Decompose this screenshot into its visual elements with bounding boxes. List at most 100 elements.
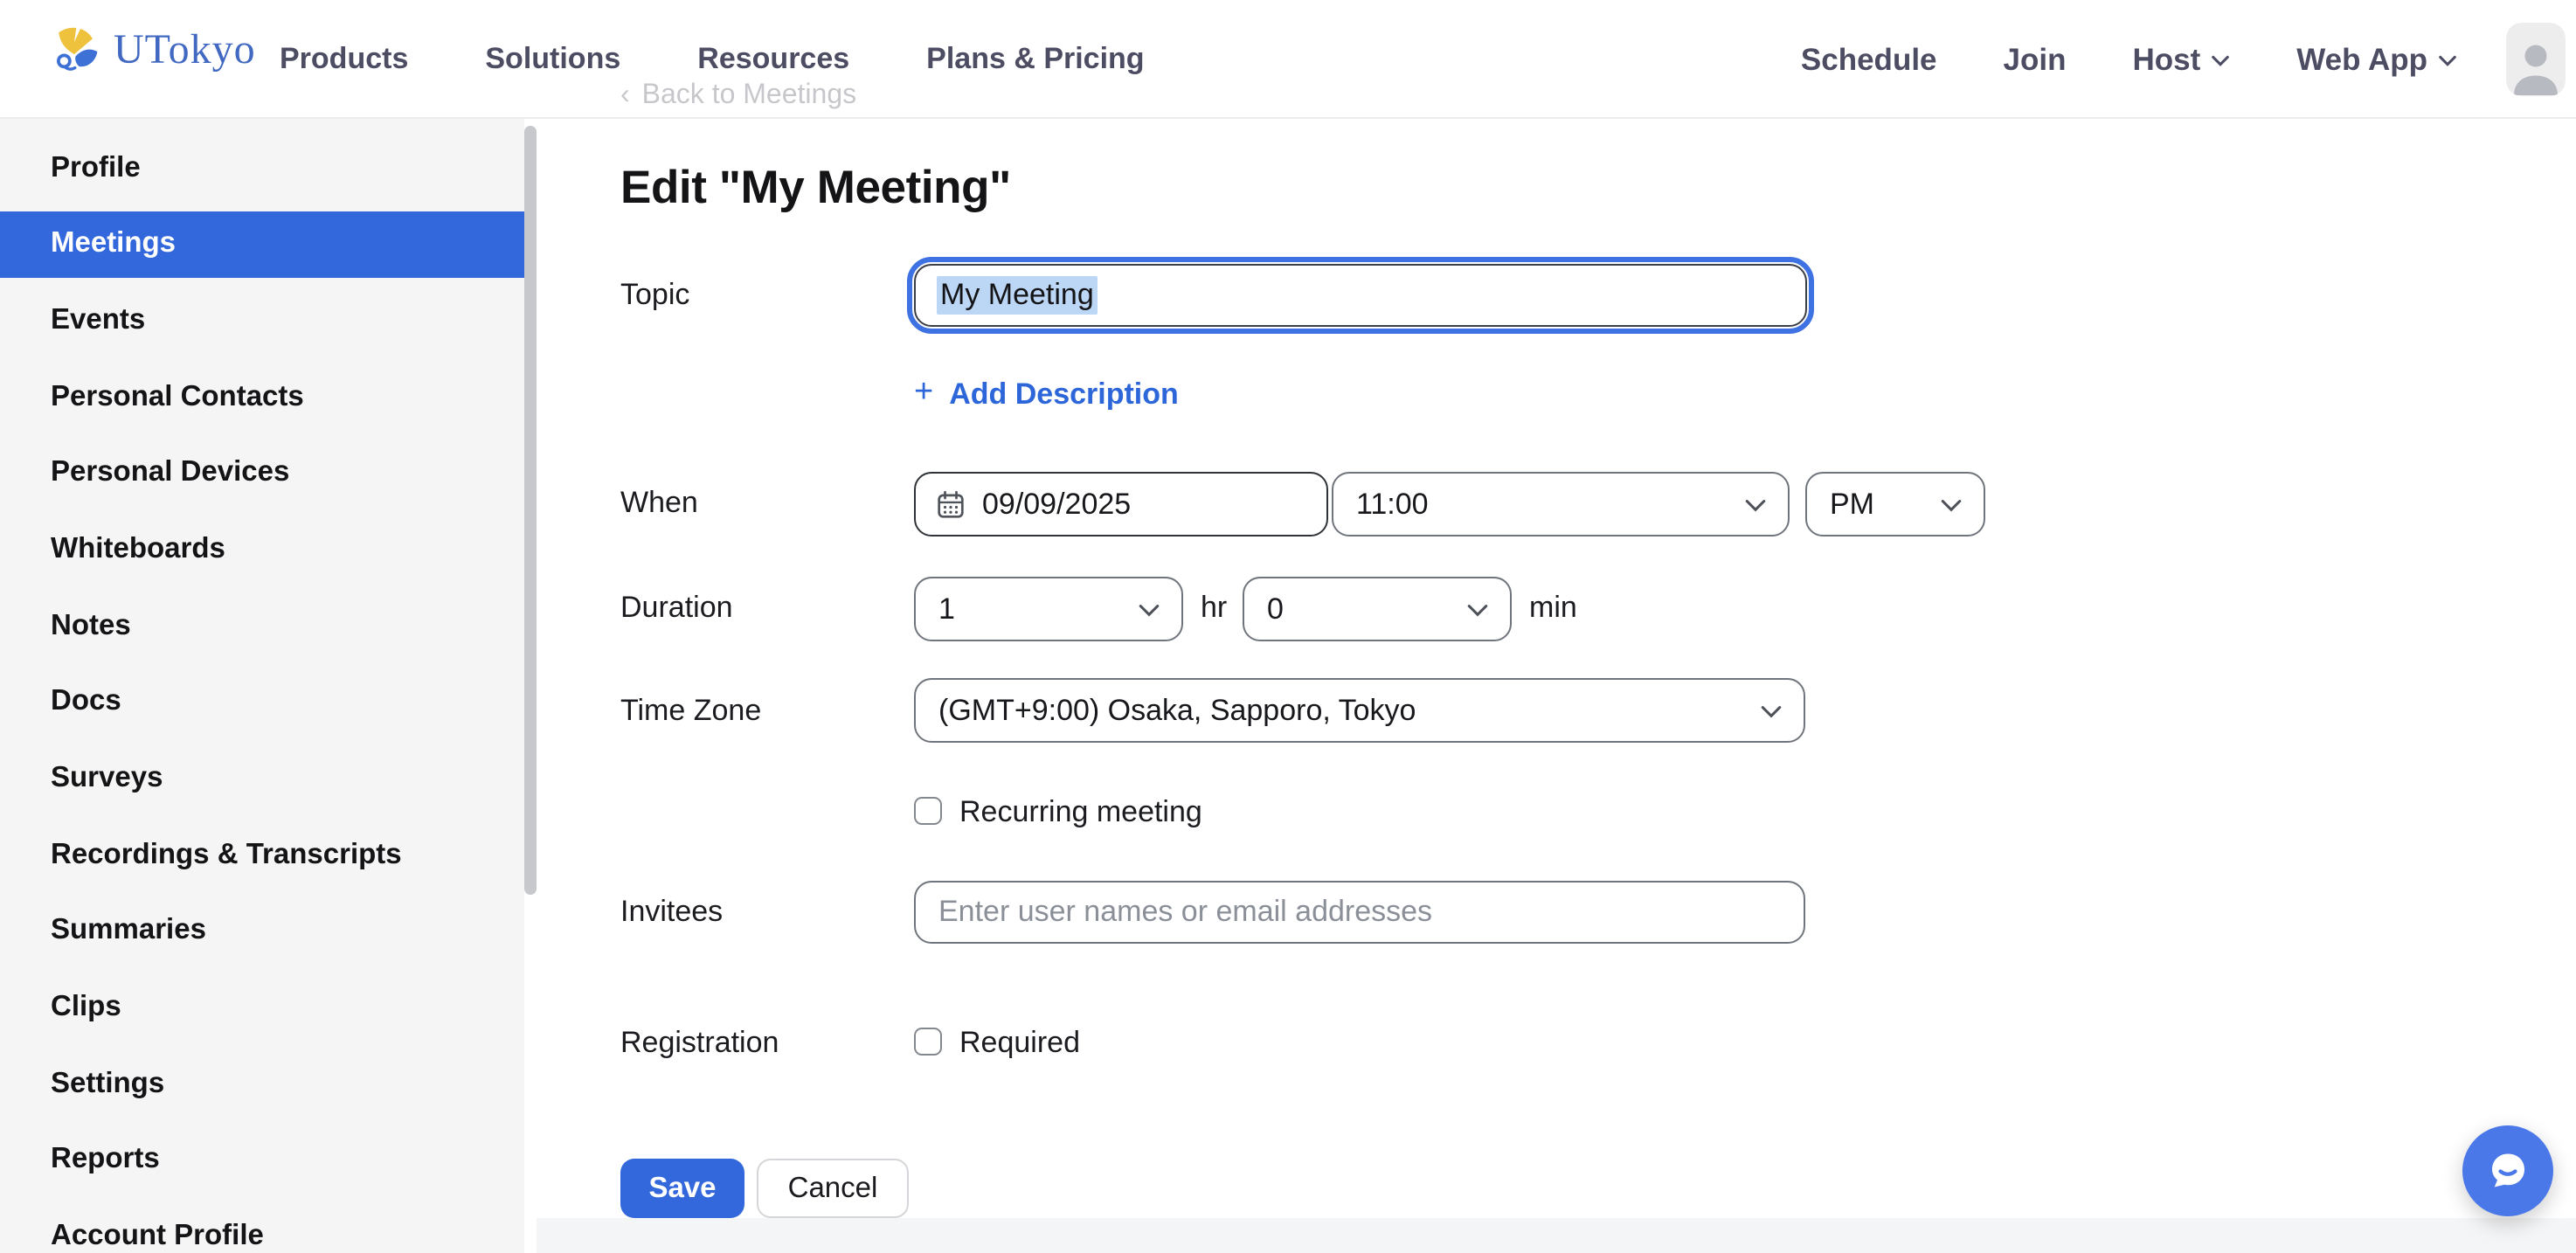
add-description-label: Add Description — [949, 377, 1179, 412]
topic-label: Topic — [620, 278, 689, 313]
sidebar-item-label: Docs — [51, 686, 121, 719]
utokyo-logo[interactable]: UTokyo — [47, 24, 256, 79]
sidebar-item-label: Personal Devices — [51, 457, 289, 490]
nav-item[interactable]: Plans & Pricing — [926, 42, 1144, 77]
sidebar-item[interactable]: Personal Contacts — [0, 363, 524, 430]
sidebar-item[interactable]: Reports — [0, 1127, 524, 1194]
sidebar-item-label: Settings — [51, 1068, 164, 1101]
invitees-label: Invitees — [620, 895, 723, 930]
time-select[interactable]: 11:00 — [1332, 472, 1790, 537]
sidebar-item[interactable]: Profile — [0, 135, 524, 201]
nav-item-label: Join — [2004, 41, 2067, 78]
date-picker[interactable]: 09/09/2025 — [914, 472, 1328, 537]
chat-smiley-icon — [2482, 1145, 2534, 1197]
sidebar-item-label: Whiteboards — [51, 533, 225, 566]
sidebar-item-label: Summaries — [51, 915, 206, 948]
save-button[interactable]: Save — [620, 1159, 744, 1218]
minutes-unit-label: min — [1529, 591, 1577, 626]
duration-label: Duration — [620, 591, 733, 626]
avatar[interactable] — [2506, 23, 2566, 96]
chevron-down-icon — [1760, 704, 1783, 720]
meridiem-select[interactable]: PM — [1805, 472, 1985, 537]
sidebar-item-label: Personal Contacts — [51, 380, 304, 413]
nav-item-label: Web App — [2296, 41, 2427, 78]
sidebar-scrollbar[interactable] — [524, 126, 537, 895]
sidebar-item-label: Events — [51, 304, 145, 337]
person-icon — [2510, 33, 2562, 96]
sidebar-item-label: Meetings — [51, 227, 176, 260]
hours-unit-label: hr — [1201, 591, 1227, 626]
nav-item[interactable]: Resources — [697, 42, 849, 77]
sidebar-item[interactable]: Clips — [0, 974, 524, 1041]
when-label: When — [620, 486, 698, 521]
back-chevron-icon: ‹ — [620, 80, 630, 112]
sidebar-item-label: Account Profile — [51, 1220, 264, 1253]
back-link-label: Back to Meetings — [642, 80, 856, 112]
sidebar: Profile Meetings Events Personal Contact… — [0, 119, 524, 1253]
footer-strip — [537, 1218, 2576, 1253]
sidebar-item-label: Profile — [51, 151, 141, 184]
chevron-down-icon — [1744, 498, 1767, 514]
sidebar-item-label: Reports — [51, 1144, 160, 1177]
nav-item[interactable]: Web App — [2296, 41, 2457, 78]
chat-support-button[interactable] — [2462, 1125, 2553, 1216]
sidebar-item[interactable]: Personal Devices — [0, 440, 524, 507]
registration-required-label: Required — [959, 1026, 1080, 1061]
chevron-down-icon — [2211, 54, 2230, 68]
duration-minutes-select[interactable]: 0 — [1243, 577, 1512, 641]
nav-item[interactable]: Products — [280, 42, 408, 77]
calendar-icon — [935, 489, 966, 521]
nav-item-label: Host — [2133, 41, 2201, 78]
sidebar-item-label: Surveys — [51, 762, 163, 795]
duration-hours-select[interactable]: 1 — [914, 577, 1183, 641]
chevron-down-icon — [1138, 603, 1160, 619]
logo-text: UTokyo — [114, 28, 256, 75]
invitees-input[interactable] — [914, 881, 1805, 944]
sidebar-item[interactable]: Meetings — [0, 211, 524, 277]
registration-label: Registration — [620, 1026, 779, 1061]
sidebar-item[interactable]: Recordings & Transcripts — [0, 821, 524, 888]
sidebar-item[interactable]: Account Profile — [0, 1203, 524, 1253]
add-description-link[interactable]: + Add Description — [914, 376, 1179, 412]
meridiem-value: PM — [1807, 487, 1940, 522]
nav-item[interactable]: Host — [2133, 41, 2231, 78]
topic-value-selected: My Meeting — [937, 276, 1098, 315]
page: ‹ Back to Meetings UTokyo Products Soluti… — [0, 0, 2576, 1253]
sidebar-item-label: Clips — [51, 991, 121, 1024]
sidebar-item[interactable]: Surveys — [0, 745, 524, 812]
plus-icon: + — [914, 374, 933, 412]
top-header: UTokyo Products Solutions Resources Plans &… — [0, 0, 2576, 119]
sidebar-item[interactable]: Settings — [0, 1051, 524, 1118]
chevron-down-icon — [2438, 54, 2457, 68]
duration-minutes-value: 0 — [1244, 592, 1466, 626]
recurring-label: Recurring meeting — [959, 795, 1202, 830]
ginkgo-leaf-icon — [47, 24, 101, 79]
back-to-meetings-link[interactable]: ‹ Back to Meetings — [620, 80, 856, 112]
timezone-value: (GMT+9:00) Osaka, Sapporo, Tokyo — [916, 693, 1760, 728]
nav-item[interactable]: Solutions — [485, 42, 620, 77]
page-title: Edit "My Meeting" — [620, 161, 1011, 215]
chevron-down-icon — [1940, 498, 1963, 514]
cancel-button[interactable]: Cancel — [757, 1159, 909, 1218]
sidebar-item-label: Notes — [51, 609, 131, 642]
date-value: 09/09/2025 — [982, 487, 1131, 522]
sidebar-item[interactable]: Notes — [0, 592, 524, 659]
nav-item[interactable]: Schedule — [1801, 41, 1937, 78]
timezone-label: Time Zone — [620, 694, 761, 729]
sidebar-item[interactable]: Summaries — [0, 898, 524, 965]
sidebar-item[interactable]: Whiteboards — [0, 516, 524, 583]
sidebar-item[interactable]: Events — [0, 287, 524, 354]
registration-required-checkbox[interactable] — [914, 1028, 942, 1056]
nav-item[interactable]: Join — [2004, 41, 2067, 78]
chevron-down-icon — [1466, 603, 1489, 619]
sidebar-item-label: Recordings & Transcripts — [51, 838, 402, 871]
account-nav: Schedule Join Host — [1801, 41, 2457, 78]
timezone-select[interactable]: (GMT+9:00) Osaka, Sapporo, Tokyo — [914, 678, 1805, 743]
header-right-group: Schedule Join Host — [1801, 0, 2566, 119]
duration-hours-value: 1 — [916, 592, 1138, 626]
time-value: 11:00 — [1333, 487, 1744, 522]
nav-item-label: Schedule — [1801, 41, 1937, 78]
topic-input[interactable]: My Meeting — [914, 264, 1807, 327]
sidebar-item[interactable]: Docs — [0, 669, 524, 736]
recurring-checkbox[interactable] — [914, 797, 942, 825]
